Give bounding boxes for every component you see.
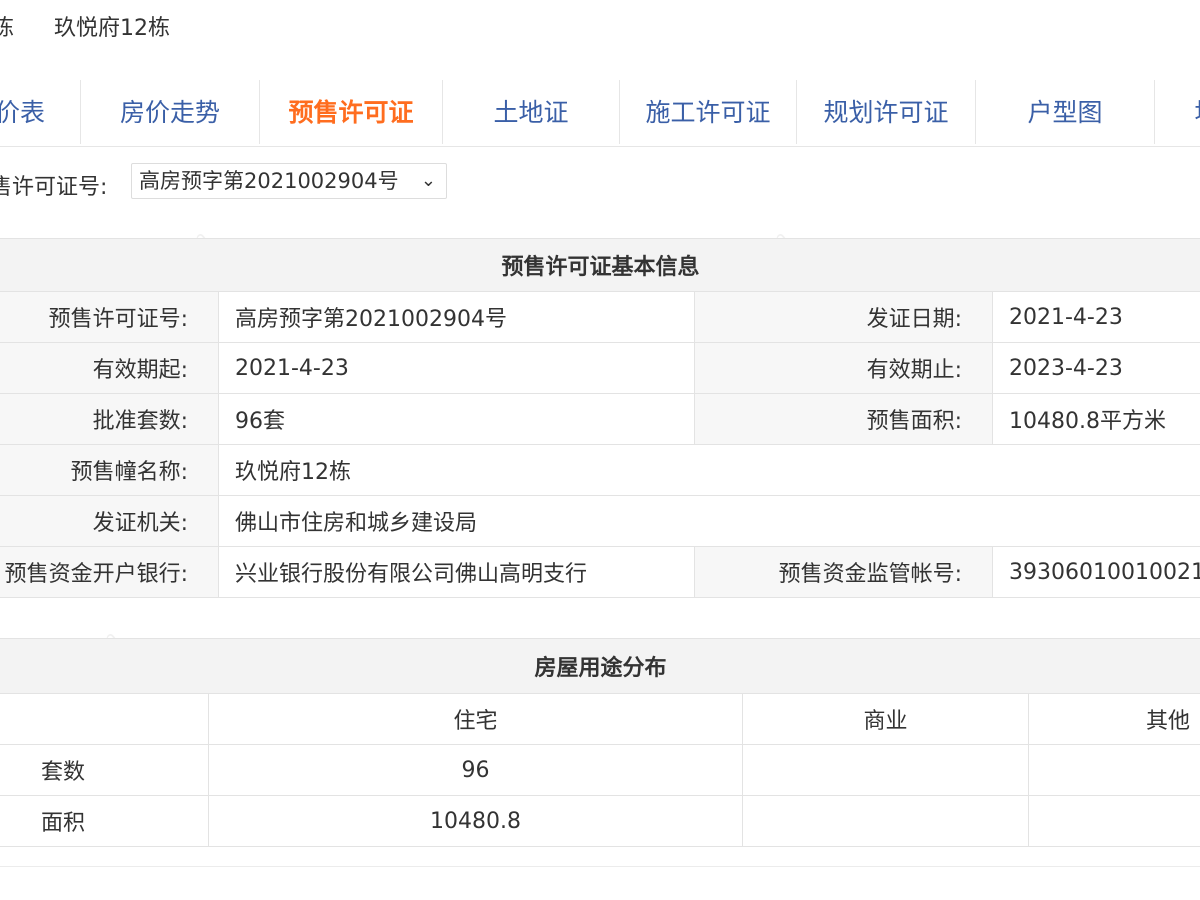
table-cell: 10480.8 [208, 795, 743, 847]
breadcrumb-prev[interactable]: 栋 [0, 14, 14, 44]
table-row: 发证机关: 佛山市住房和城乡建设局 [0, 495, 1200, 547]
tab-floor-plan[interactable]: 户型图 [976, 80, 1155, 144]
field-value: 2021-4-23 [218, 342, 695, 394]
field-label: 预售资金监管帐号: [694, 546, 993, 598]
field-value: 2021-4-23 [991, 291, 1200, 343]
tab-construction-permit[interactable]: 施工许可证 [620, 80, 797, 144]
field-label: 预售面积: [694, 393, 993, 445]
field-label: 预售资金开户银行: [0, 546, 219, 598]
row-label: 面积 [0, 795, 209, 847]
table-row: 有效期起: 2021-4-23 有效期止: 2023-4-23 [0, 342, 1200, 394]
tab-presale-permit[interactable]: 预售许可证 [260, 80, 443, 144]
tab-price-trend[interactable]: 房价走势 [81, 80, 260, 144]
column-header: 住宅 [208, 693, 743, 745]
breadcrumb-current: 玖悦府12栋 [54, 16, 170, 41]
tab-land-cert[interactable]: 土地证 [443, 80, 620, 144]
tab-planning-permit[interactable]: 规划许可证 [797, 80, 976, 144]
chevron-down-icon: ⌄ [420, 170, 436, 191]
permit-number-value: 高房预字第2021002904号 [139, 169, 399, 193]
field-value: 96套 [218, 393, 695, 445]
table-row: 批准套数: 96套 预售面积: 10480.8平方米 [0, 393, 1200, 445]
field-value: 兴业银行股份有限公司佛山高明支行 [218, 546, 695, 598]
divider [0, 866, 1200, 867]
table-header-row: 住宅 商业 其他 [0, 693, 1200, 745]
field-label: 发证日期: [694, 291, 993, 343]
table-cell: 96 [208, 744, 743, 796]
field-label: 有效期止: [694, 342, 993, 394]
table-row: 预售许可证号: 高房预字第2021002904号 发证日期: 2021-4-23 [0, 291, 1200, 343]
corner-cell [0, 693, 209, 745]
tab-more[interactable]: 地 [1155, 80, 1200, 144]
field-label: 预售许可证号: [0, 291, 219, 343]
column-header: 其他 [1027, 693, 1200, 745]
permit-number-dropdown[interactable]: 高房预字第2021002904号 ⌄ [131, 163, 447, 199]
section-title: 预售许可证基本信息 [0, 238, 1200, 292]
field-value: 39306010010021 [991, 546, 1200, 598]
field-value: 佛山市住房和城乡建设局 [217, 495, 1200, 547]
field-value: 2023-4-23 [991, 342, 1200, 394]
column-header: 商业 [742, 693, 1029, 745]
table-cell [742, 744, 1029, 796]
table-cell [742, 795, 1029, 847]
usage-distribution-table: 房屋用途分布 住宅 商业 其他 套数 96 面积 10480.8 [0, 638, 1200, 847]
field-value: 玖悦府12栋 [217, 444, 1200, 496]
table-row: 套数 96 [0, 744, 1200, 796]
field-label: 有效期起: [0, 342, 219, 394]
table-row: 预售资金开户银行: 兴业银行股份有限公司佛山高明支行 预售资金监管帐号: 393… [0, 546, 1200, 598]
tab-price-list[interactable]: 价表 [0, 80, 81, 144]
row-label: 套数 [0, 744, 209, 796]
section-title: 房屋用途分布 [0, 638, 1200, 694]
field-label: 发证机关: [0, 495, 219, 547]
field-label: 预售幢名称: [0, 444, 219, 496]
field-label: 批准套数: [0, 393, 219, 445]
table-row: 预售幢名称: 玖悦府12栋 [0, 444, 1200, 496]
table-row: 面积 10480.8 [0, 795, 1200, 847]
tab-bar: 价表 房价走势 预售许可证 土地证 施工许可证 规划许可证 户型图 地 [0, 80, 1200, 147]
field-value: 10480.8平方米 [991, 393, 1200, 445]
presale-basic-info-table: 预售许可证基本信息 预售许可证号: 高房预字第2021002904号 发证日期:… [0, 238, 1200, 598]
field-value: 高房预字第2021002904号 [218, 291, 695, 343]
table-cell [1027, 795, 1200, 847]
permit-number-label: 售许可证号: [0, 175, 108, 200]
table-cell [1027, 744, 1200, 796]
